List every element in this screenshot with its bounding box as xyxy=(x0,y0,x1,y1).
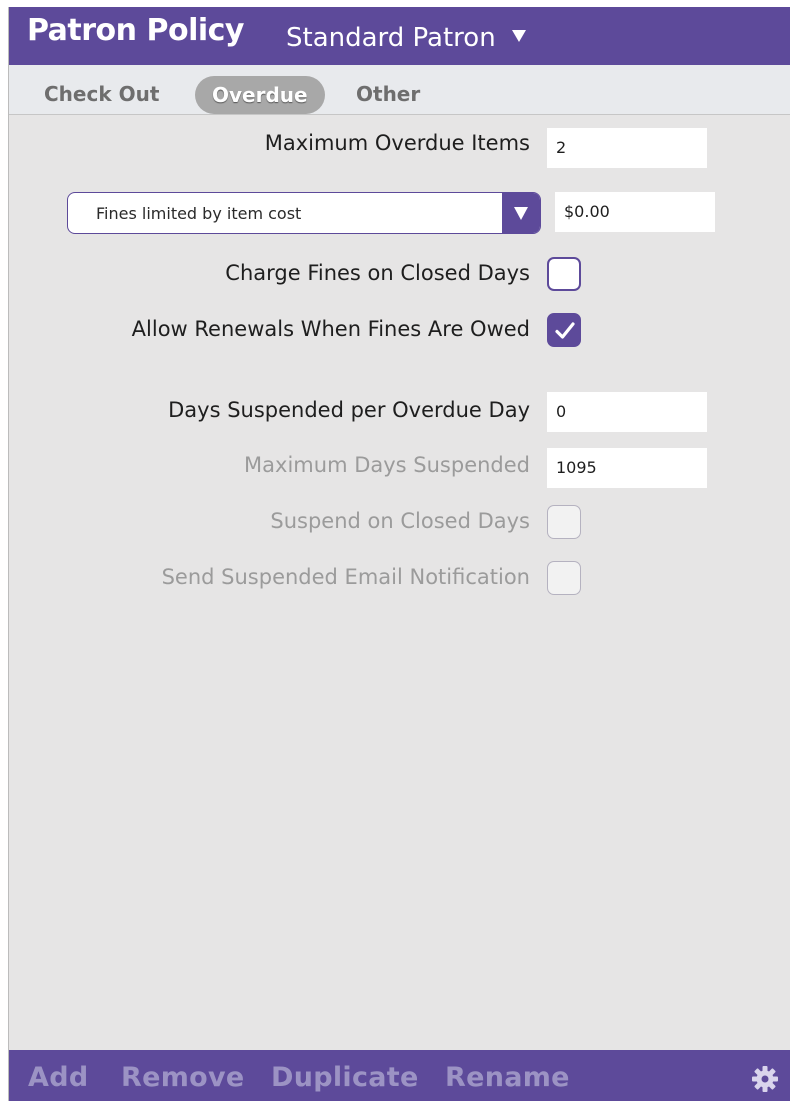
allow-renewals-fines-owed-label: Allow Renewals When Fines Are Owed xyxy=(131,317,530,341)
send-suspended-email-checkbox[interactable] xyxy=(547,561,581,595)
days-suspended-per-overdue-day-label: Days Suspended per Overdue Day xyxy=(168,398,530,422)
remove-button[interactable]: Remove xyxy=(121,1062,245,1093)
suspend-closed-days-label: Suspend on Closed Days xyxy=(270,509,530,533)
suspend-closed-days-checkbox[interactable] xyxy=(547,505,581,539)
policy-selector-label: Standard Patron xyxy=(286,23,496,53)
fines-mode-selected: Fines limited by item cost xyxy=(96,204,302,223)
triangle-down-icon xyxy=(514,207,528,220)
add-button[interactable]: Add xyxy=(28,1062,88,1093)
rename-button[interactable]: Rename xyxy=(445,1062,570,1093)
allow-renewals-fines-owed-checkbox[interactable] xyxy=(547,313,581,347)
tab-overdue[interactable]: Overdue xyxy=(195,76,325,114)
triangle-down-icon xyxy=(511,30,526,42)
charge-fines-closed-days-label: Charge Fines on Closed Days xyxy=(225,261,530,285)
send-suspended-email-label: Send Suspended Email Notification xyxy=(161,565,530,589)
max-days-suspended-label: Maximum Days Suspended xyxy=(244,453,530,477)
days-suspended-per-overdue-day-input[interactable] xyxy=(547,392,707,432)
charge-fines-closed-days-checkbox[interactable] xyxy=(547,257,581,291)
max-overdue-items-label: Maximum Overdue Items xyxy=(264,131,530,155)
max-days-suspended-input[interactable] xyxy=(547,448,707,488)
fines-amount-input[interactable] xyxy=(555,192,715,232)
patron-policy-panel: Patron Policy Standard Patron Check Out … xyxy=(8,7,790,1101)
checkmark-icon xyxy=(555,322,575,339)
duplicate-button[interactable]: Duplicate xyxy=(271,1062,419,1093)
page-title: Patron Policy xyxy=(27,13,244,48)
tab-other[interactable]: Other xyxy=(356,76,420,112)
title-bar: Patron Policy Standard Patron xyxy=(9,7,790,65)
footer-toolbar: Add Remove Duplicate Rename xyxy=(9,1050,790,1101)
policy-selector[interactable]: Standard Patron xyxy=(286,23,526,53)
gear-icon[interactable] xyxy=(751,1065,779,1093)
max-overdue-items-input[interactable] xyxy=(547,128,707,168)
tab-bar: Check Out Overdue Other xyxy=(9,65,790,115)
fines-mode-select[interactable]: Fines limited by item cost xyxy=(67,192,541,234)
dropdown-arrow xyxy=(502,193,540,233)
tab-check-out[interactable]: Check Out xyxy=(44,76,159,112)
